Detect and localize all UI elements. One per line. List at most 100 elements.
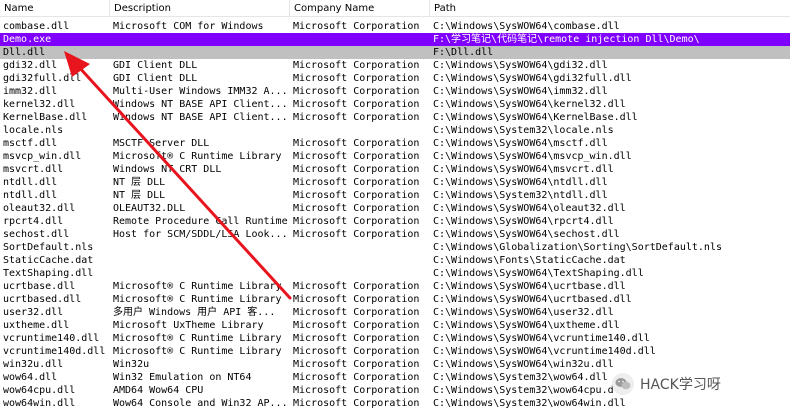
cell-company: Microsoft Corporation [293,112,420,123]
cell-company: Microsoft Corporation [293,385,420,396]
table-row[interactable]: msvcrt.dll Windows NT CRT DLL Microsoft Co… [0,163,790,176]
cell-description: Windows NT CRT DLL [113,164,222,175]
column-header-name[interactable]: Name [0,0,110,17]
cell-company: Microsoft Corporation [293,294,420,305]
table-row[interactable]: imm32.dll Multi-User Windows IMM32 A... Mi… [0,85,790,98]
cell-name: SortDefault.nls [3,242,94,253]
cell-description: OLEAUT32.DLL [113,203,186,214]
table-row[interactable]: ntdll.dll NT 层 DLL Microsoft Corporation C:… [0,189,790,202]
table-row[interactable]: vcruntime140.dll Microsoft® C Runtime Lib… [0,332,790,345]
cell-path: C:\Windows\SysWOW64\user32.dll [433,307,614,318]
cell-name: uxtheme.dll [3,320,70,331]
table-row[interactable]: msctf.dll MSCTF Server DLL Microsoft Corpo… [0,137,790,150]
cell-name: ucrtbase.dll [3,281,76,292]
cell-name: user32.dll [3,307,64,318]
cell-company [293,46,430,59]
table-row[interactable]: StaticCache.dat C:\Windows\Fonts\StaticCa… [0,254,790,267]
cell-path: C:\Windows\SysWOW64\ucrtbase.dll [433,281,626,292]
table-row[interactable]: locale.nls C:\Windows\System32\locale.nls [0,124,790,137]
column-header-path[interactable]: Path [430,0,790,17]
table-row[interactable]: KernelBase.dll Windows NT BASE API Client… [0,111,790,124]
cell-name: ntdll.dll [3,190,58,201]
cell-description: Microsoft® C Runtime Library [113,281,282,292]
cell-description: Microsoft® C Runtime Library [113,294,282,305]
cell-description: NT 层 DLL [113,177,166,188]
cell-company: Microsoft Corporation [293,372,420,383]
cell-description: Microsoft® C Runtime Library [113,346,282,357]
cell-name: gdi32full.dll [3,73,82,84]
table-row[interactable]: SortDefault.nls C:\Windows\Globalization\… [0,241,790,254]
cell-description: Microsoft® C Runtime Library [113,333,282,344]
table-row[interactable]: vcruntime140d.dll Microsoft® C Runtime Li… [0,345,790,358]
cell-path: C:\Windows\SysWOW64\gdi32full.dll [433,73,632,84]
cell-description: AMD64 Wow64 CPU [113,385,204,396]
table-row[interactable]: win32u.dll Win32u Microsoft Corporation C:\… [0,358,790,371]
cell-name: rpcrt4.dll [3,216,64,227]
table-row[interactable]: sechost.dll Host for SCM/SDDL/LSA Look...… [0,228,790,241]
cell-name: vcruntime140d.dll [3,346,106,357]
cell-path: C:\Windows\SysWOW64\ucrtbased.dll [433,294,632,305]
cell-company: Microsoft Corporation [293,190,420,201]
cell-path: C:\Windows\SysWOW64\KernelBase.dll [433,112,638,123]
cell-company [293,124,430,137]
cell-description: Multi-User Windows IMM32 A... [113,86,288,97]
table-row[interactable]: oleaut32.dll OLEAUT32.DLL Microsoft Corpor… [0,202,790,215]
table-row[interactable]: Demo.exe F:\学习笔记\代码笔记\remote injection Dl… [0,33,790,46]
cell-description: Windows NT BASE API Client... [113,112,288,123]
table-row[interactable]: ntdll.dll NT 层 DLL Microsoft Corporation C:… [0,176,790,189]
cell-name: oleaut32.dll [3,203,76,214]
cell-name: ucrtbased.dll [3,294,82,305]
table-row[interactable]: kernel32.dll Windows NT BASE API Client..… [0,98,790,111]
cell-name: imm32.dll [3,86,58,97]
cell-name: win32u.dll [3,359,64,370]
table-row[interactable]: rpcrt4.dll Remote Procedure Call Runtime M… [0,215,790,228]
column-header-description[interactable]: Description [110,0,290,17]
table-row[interactable]: msvcp_win.dll Microsoft® C Runtime Librar… [0,150,790,163]
cell-company: Microsoft Corporation [293,307,420,318]
cell-company [293,254,430,267]
cell-company: Microsoft Corporation [293,99,420,110]
cell-company [293,33,430,46]
cell-company: Microsoft Corporation [293,398,420,409]
cell-description [113,267,290,280]
cell-company: Microsoft Corporation [293,281,420,292]
table-row[interactable]: ucrtbase.dll Microsoft® C Runtime Library… [0,280,790,293]
cell-name: kernel32.dll [3,99,76,110]
cell-company: Microsoft Corporation [293,60,420,71]
column-header-company[interactable]: Company Name [290,0,430,17]
table-row[interactable]: combase.dll Microsoft COM for Windows Micr… [0,20,790,33]
cell-description: Remote Procedure Call Runtime [113,216,288,227]
cell-company: Microsoft Corporation [293,359,420,370]
cell-name: sechost.dll [3,229,70,240]
cell-company: Microsoft Corporation [293,203,420,214]
table-row[interactable]: wow64win.dll Wow64 Console and Win32 AP..… [0,397,790,410]
cell-name: msctf.dll [3,138,58,149]
cell-description: Microsoft UxTheme Library [113,320,264,331]
cell-description: NT 层 DLL [113,190,166,201]
table-row[interactable]: uxtheme.dll Microsoft UxTheme Library Micr… [0,319,790,332]
cell-name: combase.dll [3,21,70,32]
cell-path: C:\Windows\SysWOW64\msvcrt.dll [433,164,614,175]
table-row[interactable]: TextShaping.dll C:\Windows\SysWOW64\TextS… [0,267,790,280]
cell-name: TextShaping.dll [3,268,94,279]
cell-path: F:\学习笔记\代码笔记\remote injection Dll\Demo\ [433,34,700,45]
cell-path: F:\Dll.dll [433,47,494,58]
cell-path: C:\Windows\SysWOW64\rpcrt4.dll [433,216,614,227]
table-row[interactable]: Dll.dll F:\Dll.dll [0,46,790,59]
table-row[interactable]: gdi32.dll GDI Client DLL Microsoft Corpora… [0,59,790,72]
cell-name: wow64.dll [3,372,58,383]
cell-path: C:\Windows\Globalization\Sorting\SortDef… [433,242,722,253]
cell-name: Dll.dll [3,47,46,58]
wechat-icon [612,373,634,395]
column-header: Name Description Company Name Path [0,0,790,17]
table-row[interactable]: user32.dll 多用户 Windows 用户 API 客... Microso… [0,306,790,319]
cell-name: Demo.exe [3,34,52,45]
cell-name: gdi32.dll [3,60,58,71]
cell-name: locale.nls [3,125,64,136]
cell-company: Microsoft Corporation [293,138,420,149]
table-row[interactable]: ucrtbased.dll Microsoft® C Runtime Librar… [0,293,790,306]
cell-path: C:\Windows\SysWOW64\uxtheme.dll [433,320,620,331]
cell-name: ntdll.dll [3,177,58,188]
cell-path: C:\Windows\System32\ntdll.dll [433,190,608,201]
table-row[interactable]: gdi32full.dll GDI Client DLL Microsoft Cor… [0,72,790,85]
